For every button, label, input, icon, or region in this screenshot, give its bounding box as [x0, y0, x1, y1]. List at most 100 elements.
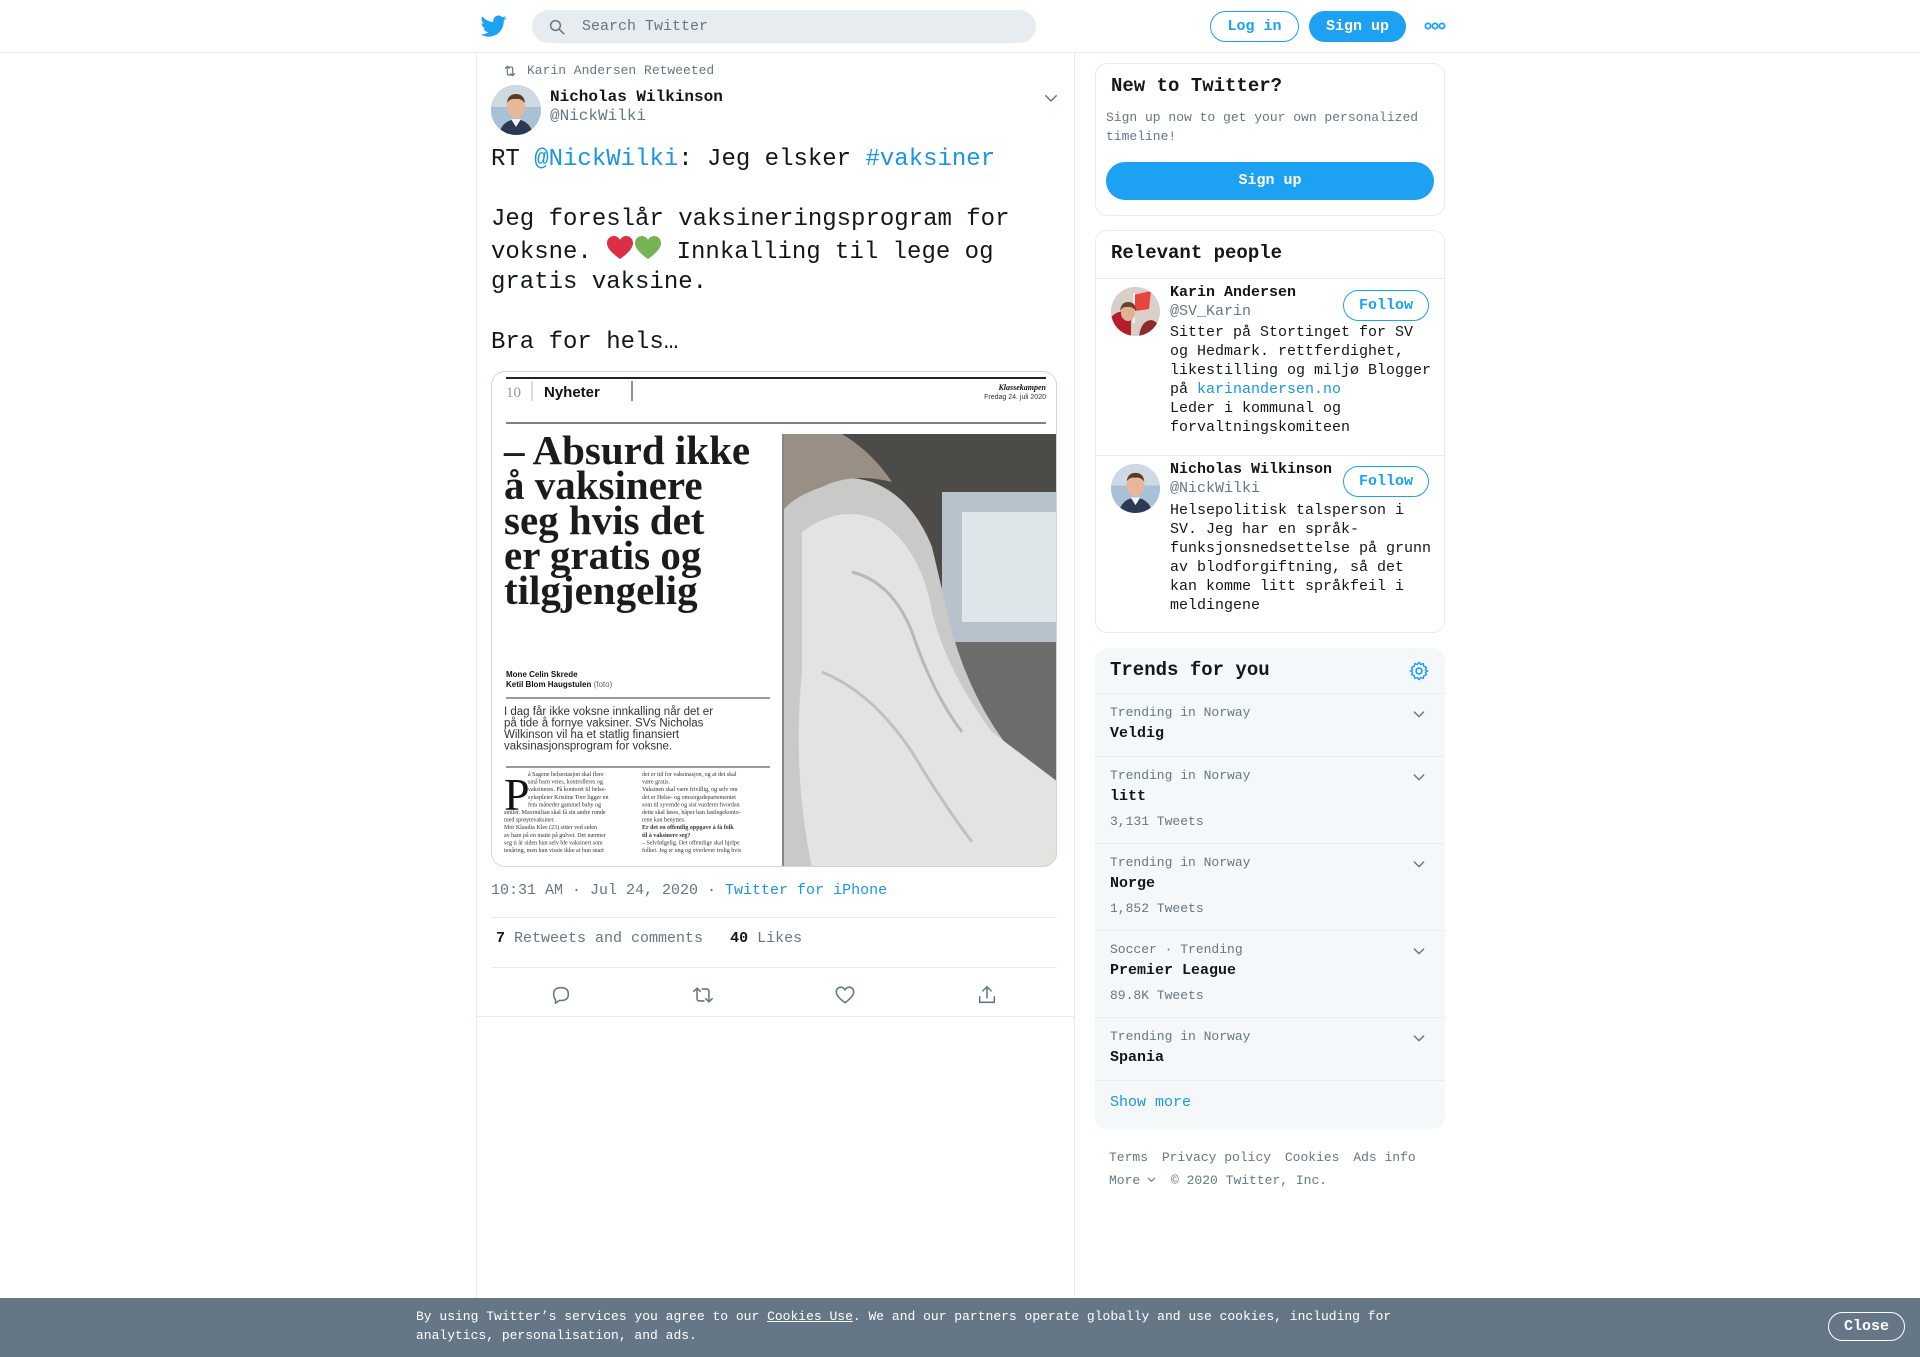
media-page-number: 10	[506, 385, 521, 401]
follow-button[interactable]: Follow	[1343, 466, 1429, 497]
search-input[interactable]: Search Twitter	[582, 18, 708, 35]
new-to-twitter-description: Sign up now to get your own personalized…	[1106, 110, 1419, 144]
red-heart-emoji	[607, 236, 634, 259]
tweet-text-line: Innkalling til lege og	[662, 239, 994, 266]
new-to-twitter-card: New to Twitter? Sign up now to get your …	[1095, 63, 1445, 216]
avatar-photo	[491, 85, 541, 135]
chevron-down-icon[interactable]	[1411, 706, 1427, 722]
search-box[interactable]: Search Twitter	[532, 10, 1036, 43]
retweet-action-icon[interactable]	[692, 984, 714, 1006]
chevron-down-icon[interactable]	[1411, 769, 1427, 785]
like-icon[interactable]	[834, 984, 856, 1006]
reply-icon[interactable]	[550, 984, 572, 1006]
footer-link-privacy[interactable]: Privacy policy	[1162, 1150, 1271, 1165]
tweet-text-line: Jeg foreslår vaksineringsprogram for	[491, 206, 1010, 233]
avatar[interactable]	[1111, 464, 1160, 513]
media-body-line: rene kan benyttes.	[642, 818, 686, 824]
person-name[interactable]: Karin Andersen	[1170, 284, 1296, 301]
bio-link[interactable]: karinandersen.no	[1197, 381, 1341, 398]
trend-count: 3,131 Tweets	[1110, 814, 1204, 829]
media-byline-2-name: Ketil Blom Haugstulen	[506, 680, 591, 689]
trend-item[interactable]: Trending in Norway litt 3,131 Tweets	[1095, 756, 1445, 843]
share-icon[interactable]	[976, 984, 998, 1006]
footer-link-ads-info[interactable]: Ads info	[1353, 1150, 1415, 1165]
cookie-banner: By using Twitter’s services you agree to…	[0, 1298, 1920, 1357]
tweet-author-name[interactable]: Nicholas Wilkinson	[550, 88, 723, 106]
footer-links: Terms Privacy policy Cookies Ads info Mo…	[1109, 1146, 1439, 1192]
media-body-line: å Sagene helsestasjon skal flere	[528, 771, 604, 778]
person-karin-andersen[interactable]: Karin Andersen @SV_Karin Follow Sitter p…	[1096, 278, 1444, 455]
chevron-down-icon[interactable]	[1411, 943, 1427, 959]
trends-title: Trends for you	[1110, 659, 1270, 681]
tweet-author-handle[interactable]: @NickWilki	[550, 107, 646, 125]
media-body-line: folket. Jeg er ung og overlever trolig h…	[642, 847, 742, 854]
trend-name[interactable]: Premier League	[1110, 962, 1236, 979]
chevron-down-icon[interactable]	[1411, 1030, 1427, 1046]
trend-name[interactable]: Norge	[1110, 875, 1155, 892]
media-body-line: tenåring, men hun visste ikke at hun sna…	[504, 847, 604, 854]
avatar[interactable]	[491, 85, 541, 135]
more-dots-icon[interactable]	[1424, 18, 1446, 34]
green-heart-emoji	[635, 236, 662, 259]
chevron-down-icon[interactable]	[1411, 856, 1427, 872]
media-body-line: fem måneder gammel baby og	[528, 801, 601, 808]
trend-meta: Trending in Norway	[1110, 705, 1251, 720]
person-name[interactable]: Nicholas Wilkinson	[1170, 461, 1332, 478]
media-body-line: det er tid for vaksinasjon, og at det sk…	[642, 771, 737, 778]
person-handle[interactable]: @NickWilki	[1170, 480, 1260, 497]
trend-count: 1,852 Tweets	[1110, 901, 1204, 916]
media-lead-line: på tide å fornye vaksiner. SVs Nicholas	[504, 718, 704, 730]
trend-item[interactable]: Trending in Norway Norge 1,852 Tweets	[1095, 843, 1445, 930]
mention-link[interactable]: @NickWilki	[534, 146, 678, 173]
media-body-line: det er Helse- og omsorgsdepartementet	[642, 795, 736, 801]
show-more-link[interactable]: Show more	[1110, 1094, 1191, 1111]
person-handle[interactable]: @SV_Karin	[1170, 303, 1251, 320]
media-byline-1: Mone Celin Skrede	[506, 670, 578, 679]
trend-item[interactable]: Trending in Norway Spania	[1095, 1017, 1445, 1080]
media-body-line: Er det en offentlig oppgave å få folk	[642, 824, 734, 831]
signup-button[interactable]: Sign up	[1309, 11, 1406, 42]
top-bar: Search Twitter Log in Sign up	[0, 0, 1920, 53]
trend-name[interactable]: litt	[1110, 788, 1146, 805]
media-body-line: sykepleier Kristine Tore ligger en	[528, 795, 608, 801]
close-button[interactable]: Close	[1828, 1312, 1905, 1341]
trend-name[interactable]: Spania	[1110, 1049, 1164, 1066]
sidebar-signup-button[interactable]: Sign up	[1106, 162, 1434, 200]
avatar[interactable]	[1111, 287, 1160, 336]
media-lead-line: I dag får ikke voksne innkalling når det…	[504, 706, 713, 718]
retweeted-by[interactable]: Karin Andersen Retweeted	[504, 63, 714, 78]
gear-icon[interactable]	[1408, 660, 1430, 682]
hashtag-link[interactable]: #vaksiner	[865, 146, 995, 173]
retweets-stat[interactable]: 7 Retweets and comments	[496, 930, 703, 947]
trend-meta: Trending in Norway	[1110, 1029, 1251, 1044]
tweet-source-link[interactable]: Twitter for iPhone	[725, 882, 887, 899]
footer-row-2: More © 2020 Twitter, Inc.	[1109, 1169, 1439, 1192]
avatar-photo	[1111, 287, 1160, 336]
media-body-line: Vaksinen skal være frivillig, og selv om	[642, 786, 738, 793]
tweet-time-text[interactable]: 10:31 AM · Jul 24, 2020 ·	[491, 882, 725, 899]
media-body-line: til å vaksinere seg?	[642, 832, 690, 839]
person-nicholas-wilkinson[interactable]: Nicholas Wilkinson @NickWilki Follow Hel…	[1096, 455, 1444, 633]
tweet-text-line: voksne.	[491, 239, 607, 266]
retweets-label: Retweets and comments	[505, 930, 704, 947]
trends-card: Trends for you Trending in Norway Veldig…	[1095, 648, 1445, 1129]
trend-item[interactable]: Trending in Norway Veldig	[1095, 693, 1445, 756]
chevron-down-icon[interactable]	[1042, 89, 1060, 107]
media-byline-2: Ketil Blom Haugstulen (foto)	[506, 680, 613, 689]
likes-stat[interactable]: 40 Likes	[730, 930, 802, 947]
likes-count: 40	[730, 930, 749, 947]
twitter-bird-icon[interactable]	[481, 13, 507, 39]
follow-button[interactable]: Follow	[1343, 290, 1429, 321]
divider	[477, 1016, 1074, 1017]
tweet-media-image[interactable]: 10 Nyheter Klassekampen Fredag 24. juli …	[491, 371, 1057, 867]
footer-link-cookies[interactable]: Cookies	[1285, 1150, 1340, 1165]
login-button[interactable]: Log in	[1210, 11, 1299, 42]
footer-more-button[interactable]: More	[1109, 1173, 1157, 1188]
trend-name[interactable]: Veldig	[1110, 725, 1164, 742]
trend-item[interactable]: Soccer · Trending Premier League 89.8K T…	[1095, 930, 1445, 1017]
cookies-use-link[interactable]: Cookies Use	[767, 1309, 853, 1324]
footer-link-terms[interactable]: Terms	[1109, 1150, 1148, 1165]
media-body-line: dette skal løses, håper han fastlegekont…	[642, 809, 741, 816]
divider	[1095, 1080, 1445, 1081]
tweet-text-mid: : Jeg elsker	[678, 146, 866, 173]
